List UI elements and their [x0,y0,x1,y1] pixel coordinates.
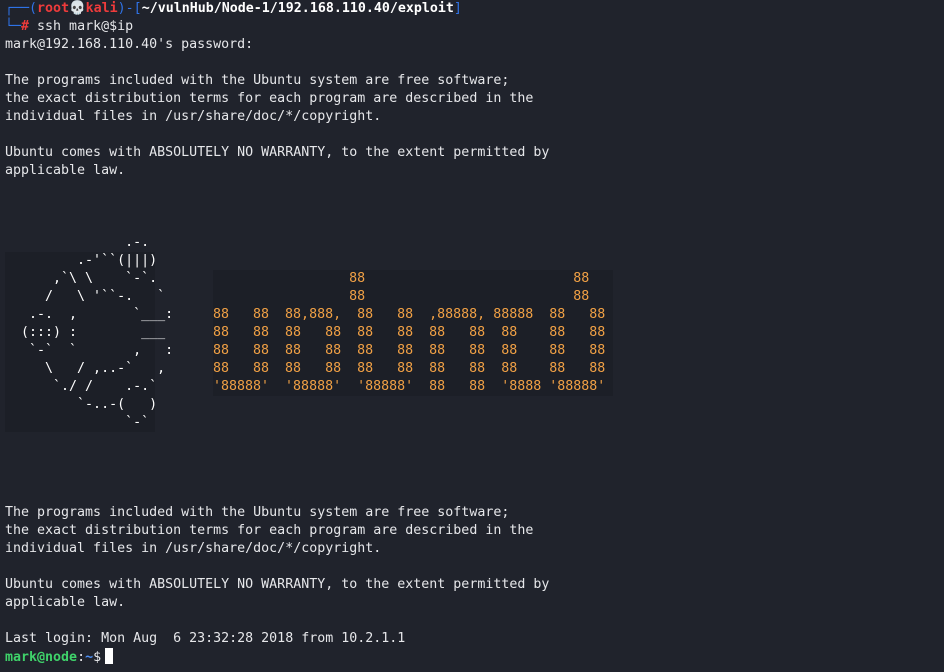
motd-line: applicable law. [5,595,126,610]
prompt-bracket-close: ] [453,1,462,16]
banner-line: 88 88 [213,288,613,306]
last-login: Last login: Mon Aug 6 23:32:28 2018 from… [5,631,406,646]
prompt-path: ~/vulnHub/Node-1/192.168.110.40/exploit [141,1,454,16]
prompt-corner: ┌── [5,1,30,16]
banner-line: '88888' '88888' '88888' 88 88 '8888 '888… [213,378,613,396]
motd-line: individual files in /usr/share/doc/*/cop… [5,541,382,556]
logo-line: `-` [5,415,150,430]
skull-icon: 💀 [69,1,86,16]
terminal-window[interactable]: ┌──(root💀kali)-[~/vulnHub/Node-1/192.168… [5,0,940,672]
ssh-command: ssh mark@$ip [29,19,134,34]
logo-line: .-. [5,235,150,250]
prompt-paren-close: )-[ [117,1,142,16]
motd-line: The programs included with the Ubuntu sy… [5,73,510,88]
motd-line: applicable law. [5,163,126,178]
password-prompt: mark@192.168.110.40's password: [5,37,254,52]
prompt-corner-bottom: └─ [5,19,22,34]
banner-line: 88 88 88 88 88 88 88 88 88 88 88 [213,324,613,342]
logo-line: (:::) : ___ [5,325,166,340]
prompt-host: kali [85,1,118,16]
prompt-sep: : [77,650,86,665]
motd-line: individual files in /usr/share/doc/*/cop… [5,109,382,124]
text-cursor[interactable] [105,648,114,664]
motd-line: The programs included with the Ubuntu sy… [5,505,510,520]
motd-line: the exact distribution terms for each pr… [5,523,534,538]
prompt-paren-open: ( [29,1,38,16]
kali-prompt-line-2: └─# ssh mark@$ip [5,18,133,36]
logo-line: `-` ` , : [5,343,174,358]
kali-prompt-line-1: ┌──(root💀kali)-[~/vulnHub/Node-1/192.168… [5,0,462,18]
logo-line: ,`\ \ `-`. [5,271,158,286]
logo-line: .-. , `___: [5,307,174,322]
banner-line: 88 88 88 88 88 88 88 88 88 88 88 [213,360,613,378]
logo-line: `./ / .-.` [5,379,158,394]
prompt-dollar: $ [93,650,102,665]
logo-line: \ / ,..-` , [5,361,166,376]
prompt-path-home: ~ [85,650,94,665]
prompt-user: root [37,1,70,16]
shell-prompt[interactable]: mark@node:~$ [5,648,114,666]
logo-line: `-..-( ) [5,397,158,412]
motd-line: Ubuntu comes with ABSOLUTELY NO WARRANTY… [5,145,550,160]
logo-line: .-'``(|||) [5,253,158,268]
banner-line: 88 88 88,888, 88 88 ,88888, 88888 88 88 [213,306,613,324]
prompt-userhost: mark@node [5,650,78,665]
banner-line: 88 88 88 88 88 88 88 88 88 88 88 [213,342,613,360]
prompt-hash: # [21,19,30,34]
motd-line: the exact distribution terms for each pr… [5,91,534,106]
motd-line: Ubuntu comes with ABSOLUTELY NO WARRANTY… [5,577,550,592]
banner-line: 88 88 [213,270,613,288]
logo-line: / \ '``-. ` [5,289,166,304]
